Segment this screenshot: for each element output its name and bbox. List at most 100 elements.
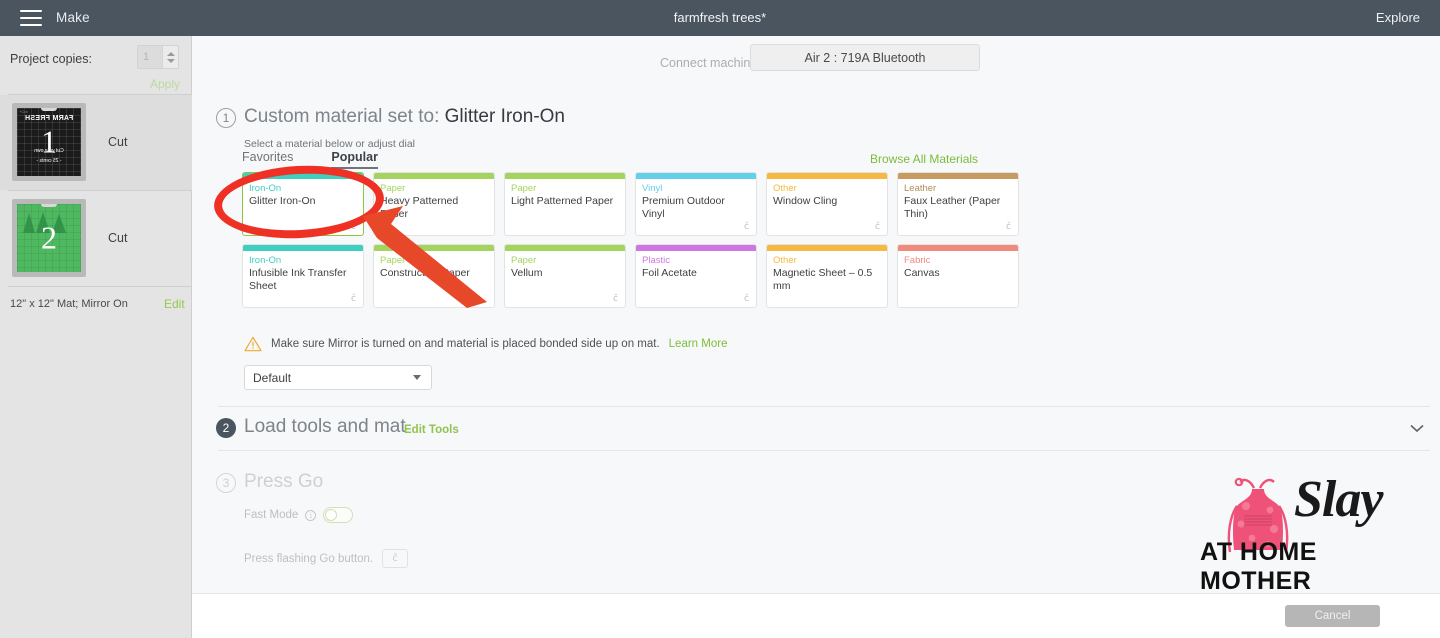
material-category: Paper [511,183,537,194]
fast-mode-label: Fast Mode [244,509,299,521]
section-divider [218,450,1430,451]
left-sidebar: Project copies: 1 Apply +Cut FARM FRESH … [0,36,192,638]
stepper-down-icon[interactable] [166,58,175,63]
material-card[interactable]: Other Magnetic Sheet – 0.5 mm [766,244,888,308]
cancel-button[interactable]: Cancel [1285,605,1380,627]
material-card[interactable]: Iron-On Infusible Ink Transfer Sheet č [242,244,364,308]
chevron-down-icon [413,375,421,380]
watermark-brand: Slay [1294,471,1383,528]
info-icon[interactable]: i [305,509,317,521]
project-title: farmfresh trees* [673,10,767,25]
mirror-warning-row: Make sure Mirror is turned on and materi… [244,336,727,352]
material-card[interactable]: Vinyl Premium Outdoor Vinyl č [635,172,757,236]
cricut-mark-icon: č [613,294,618,304]
mat-size-label: 12" x 12" Mat; Mirror On [10,298,128,310]
material-category: Leather [904,183,937,194]
mat-art-bot: - 25 cents - [36,158,62,164]
make-screen: Make farmfresh trees* Explore Project co… [0,0,1440,638]
main-panel: Connect machine Air 2 : 719A Bluetooth 1… [192,36,1440,638]
step-3-number: 3 [216,473,236,493]
material-name: Canvas [904,267,940,279]
stepper-up-icon[interactable] [166,51,175,56]
press-go-row: Press flashing Go button. č [244,549,409,568]
machine-select-button[interactable]: Air 2 : 719A Bluetooth [750,44,980,71]
explore-link[interactable]: Explore [1376,10,1420,25]
category-color-bar [767,173,887,179]
mat-tab-icon [41,204,57,207]
divider [8,286,191,287]
pressure-value: Default [253,370,292,385]
material-card[interactable]: Plastic Foil Acetate č [635,244,757,308]
mirror-warning-text: Make sure Mirror is turned on and materi… [271,338,660,350]
mat-thumbnail-1[interactable]: +Cut FARM FRESH 1 Cut your own - 25 cent… [12,103,86,181]
edit-tools-link[interactable]: Edit Tools [404,424,459,436]
material-card[interactable]: Fabric Canvas [897,244,1019,308]
step-1-title-prefix: Custom material set to: [244,106,445,127]
mat-edit-button[interactable]: Edit [164,297,185,311]
chevron-down-icon[interactable] [1410,424,1424,433]
material-category: Fabric [904,255,931,266]
category-color-bar [505,173,625,179]
stepper-arrows[interactable] [162,46,178,68]
step-1-material-value: Glitter Iron-On [444,106,565,127]
mat-corner-mark: +Cut [19,109,28,114]
step-1-title: Custom material set to: Glitter Iron-On [244,106,565,128]
connect-machine-label: Connect machine [660,56,758,70]
press-go-text: Press flashing Go button. [244,552,374,565]
cricut-mark-icon: č [875,222,880,232]
step-1-number: 1 [216,108,236,128]
mat-row-1[interactable]: +Cut FARM FRESH 1 Cut your own - 25 cent… [0,95,192,190]
material-category: Paper [380,183,406,194]
category-color-bar [243,245,363,251]
project-copies-label: Project copies: [10,52,92,66]
learn-more-link[interactable]: Learn More [669,338,728,350]
step-3-title: Press Go [244,471,324,492]
material-category: Other [773,255,797,266]
project-copies-row: Project copies: 1 Apply [0,36,192,94]
mat-thumbnail-2[interactable]: +Cut 2 [12,199,86,277]
material-card[interactable]: Paper Vellum č [504,244,626,308]
material-category: Iron-On [249,255,282,266]
mat-corner-mark: +Cut [19,205,28,210]
mat-canvas-1: +Cut FARM FRESH 1 Cut your own - 25 cent… [17,108,81,176]
mat-row-2[interactable]: +Cut 2 Cut [0,191,192,286]
step-2-title: Load tools and mat [244,416,406,437]
cricut-mark-icon: č [1006,222,1011,232]
category-color-bar [767,245,887,251]
browse-all-materials-link[interactable]: Browse All Materials [870,152,978,166]
category-color-bar [898,245,1018,251]
material-name: Foil Acetate [642,267,697,279]
cricut-mark-icon: č [744,222,749,232]
category-color-bar [505,245,625,251]
material-name: Infusible Ink Transfer Sheet [249,267,347,292]
go-button-chip-icon: č [382,549,409,568]
category-color-bar [374,173,494,179]
material-card[interactable]: Other Window Cling č [766,172,888,236]
material-name: Window Cling [773,195,838,207]
mat-number-2: 2 [41,219,57,256]
material-category: Other [773,183,797,194]
step-2-number: 2 [216,418,236,438]
watermark-tagline: AT HOME MOTHER [1200,538,1317,595]
mat-canvas-2: +Cut 2 [17,204,81,272]
project-copies-stepper[interactable]: 1 [137,45,179,69]
material-name: Faux Leather (Paper Thin) [904,195,1001,220]
material-card[interactable]: Paper Light Patterned Paper [504,172,626,236]
material-card[interactable]: Leather Faux Leather (Paper Thin) č [897,172,1019,236]
material-name: Magnetic Sheet – 0.5 mm [773,267,873,292]
footer-bar: Cancel [192,593,1440,638]
fast-mode-row: Fast Mode i [244,507,354,523]
toggle-knob [325,509,338,521]
top-bar: Make farmfresh trees* Explore [0,0,1440,36]
mat-operation-2: Cut [108,231,128,245]
project-copies-value[interactable]: 1 [138,46,162,68]
category-color-bar [898,173,1018,179]
mat-art-mid: Cut your own [34,148,64,154]
material-category: Plastic [642,255,670,266]
apply-button[interactable]: Apply [150,77,180,91]
tab-popular[interactable]: Popular [331,150,378,169]
pressure-dropdown[interactable]: Default [244,365,432,390]
section-divider [218,406,1430,407]
watermark-logo: Slay AT HOME MOTHER [1194,470,1434,595]
fast-mode-toggle[interactable] [323,507,354,523]
